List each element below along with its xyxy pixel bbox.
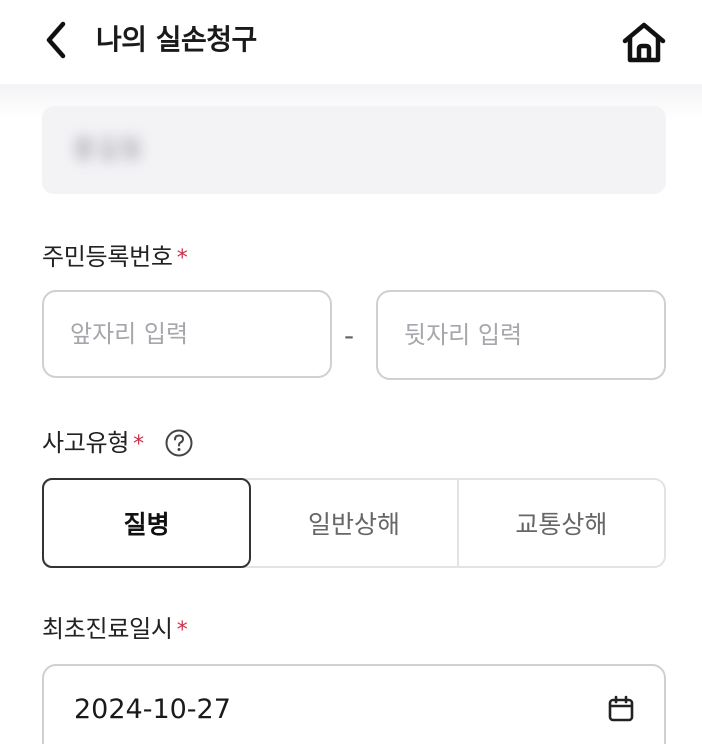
first-visit-label-text: 최초진료일시 — [42, 615, 173, 643]
rrn-front-input[interactable] — [70, 292, 304, 376]
page-title: 나의 실손청구 — [96, 23, 257, 56]
accident-type-option-disease[interactable]: 질병 — [42, 478, 252, 568]
rrn-label: 주민등록번호 * — [42, 240, 188, 276]
accident-type-selector: 질병 일반상해 교통상해 — [42, 478, 666, 568]
first-visit-date-value: 2024-10-27 — [74, 694, 231, 725]
back-button[interactable] — [34, 18, 78, 62]
rrn-label-text: 주민등록번호 — [42, 243, 173, 271]
home-icon — [622, 22, 666, 63]
accident-type-label: 사고유형 * — [42, 426, 144, 462]
required-mark: * — [133, 432, 144, 457]
app-header: 나의 실손청구 — [0, 0, 702, 84]
rrn-front-field[interactable] — [42, 290, 332, 378]
rrn-back-field[interactable] — [376, 290, 666, 380]
accident-type-option-traffic-injury[interactable]: 교통상해 — [456, 480, 664, 566]
first-visit-label: 최초진료일시 * — [42, 612, 188, 648]
rrn-back-input[interactable] — [404, 292, 638, 378]
accident-type-option-general-injury[interactable]: 일반상해 — [251, 480, 456, 566]
claim-form-page: 나의 실손청구 홍길동 주민등록번호* - 사고유형* 질병 일반상해 교통상 — [0, 0, 702, 744]
chevron-left-icon — [46, 21, 66, 59]
rrn-separator: - — [344, 319, 355, 352]
required-mark: * — [176, 618, 188, 643]
accident-type-label-text: 사고유형 — [42, 429, 130, 457]
required-mark: * — [176, 246, 188, 271]
first-visit-date-field[interactable]: 2024-10-27 — [42, 664, 666, 744]
home-button[interactable] — [618, 18, 670, 66]
name-value: 홍길동 — [72, 135, 144, 165]
question-circle-icon[interactable] — [164, 428, 194, 458]
name-field: 홍길동 — [42, 106, 666, 194]
calendar-icon[interactable] — [606, 694, 636, 724]
